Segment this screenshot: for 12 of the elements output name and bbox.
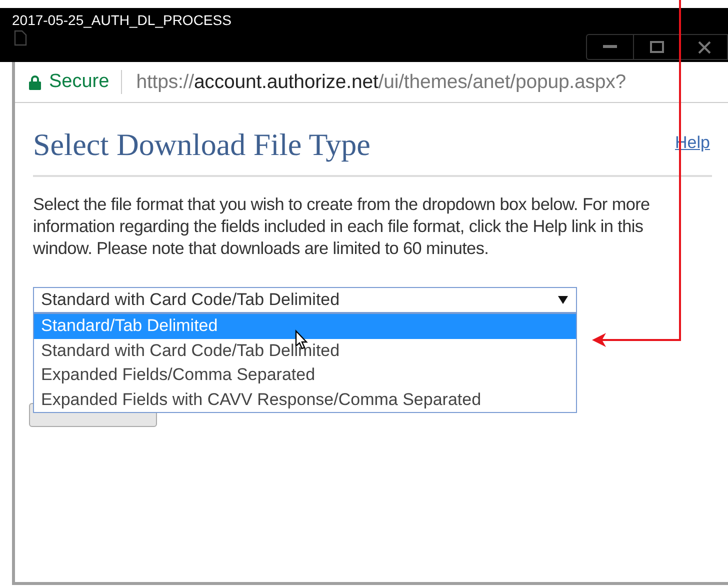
caret-icon [558,296,568,304]
secure-label: Secure [49,71,110,93]
file-type-dropdown[interactable]: Standard with Card Code/Tab Delimited [33,287,577,313]
maximize-icon [650,41,664,53]
url-text[interactable]: https://account.authorize.net/ui/themes/anet/popup.aspx? [136,70,626,94]
page-heading: Select Download File Type [33,127,370,163]
close-icon [698,40,710,54]
page-icon [14,30,27,46]
description-text: Select the file format that you wish to create from the dropdown box below. For more information regarding the fields included in each file format, click the Help link in this window. Please note that downloads are limited to 60 minutes. [33,193,651,259]
minimize-icon [603,45,617,49]
window-title: 2017-05-25_AUTH_DL_PROCESS [11,11,232,30]
lock-icon [29,74,41,90]
